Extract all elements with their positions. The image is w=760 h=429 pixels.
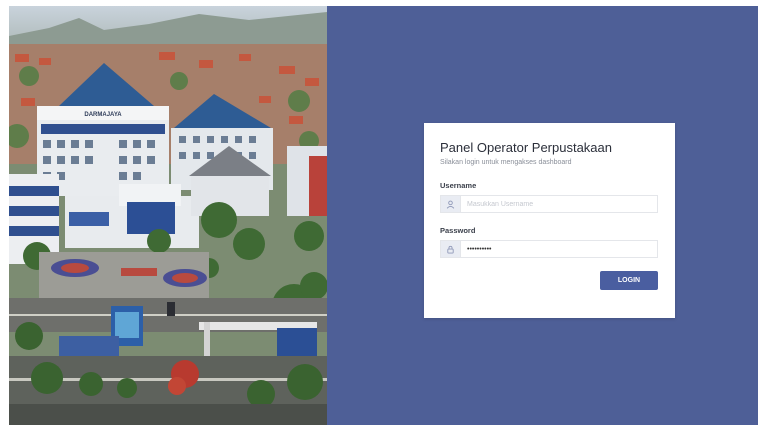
user-icon (441, 196, 461, 212)
password-label: Password (440, 226, 476, 235)
campus-signage: DARMAJAYA (84, 112, 122, 118)
username-label: Username (440, 181, 477, 190)
login-subtitle: Silakan login untuk mengakses dashboard (440, 159, 572, 166)
lock-icon (441, 241, 461, 257)
login-page: DARMAJAYA Panel Operator Perpustakaan Si… (9, 6, 758, 425)
password-field (440, 240, 658, 258)
login-background-panel: Panel Operator Perpustakaan Silakan logi… (327, 6, 758, 425)
username-input[interactable] (461, 196, 657, 212)
password-input[interactable] (461, 241, 657, 257)
campus-photo: DARMAJAYA (9, 6, 327, 425)
login-title: Panel Operator Perpustakaan (440, 140, 612, 155)
login-button[interactable]: LOGIN (600, 271, 658, 290)
username-field (440, 195, 658, 213)
login-card: Panel Operator Perpustakaan Silakan logi… (424, 123, 675, 318)
